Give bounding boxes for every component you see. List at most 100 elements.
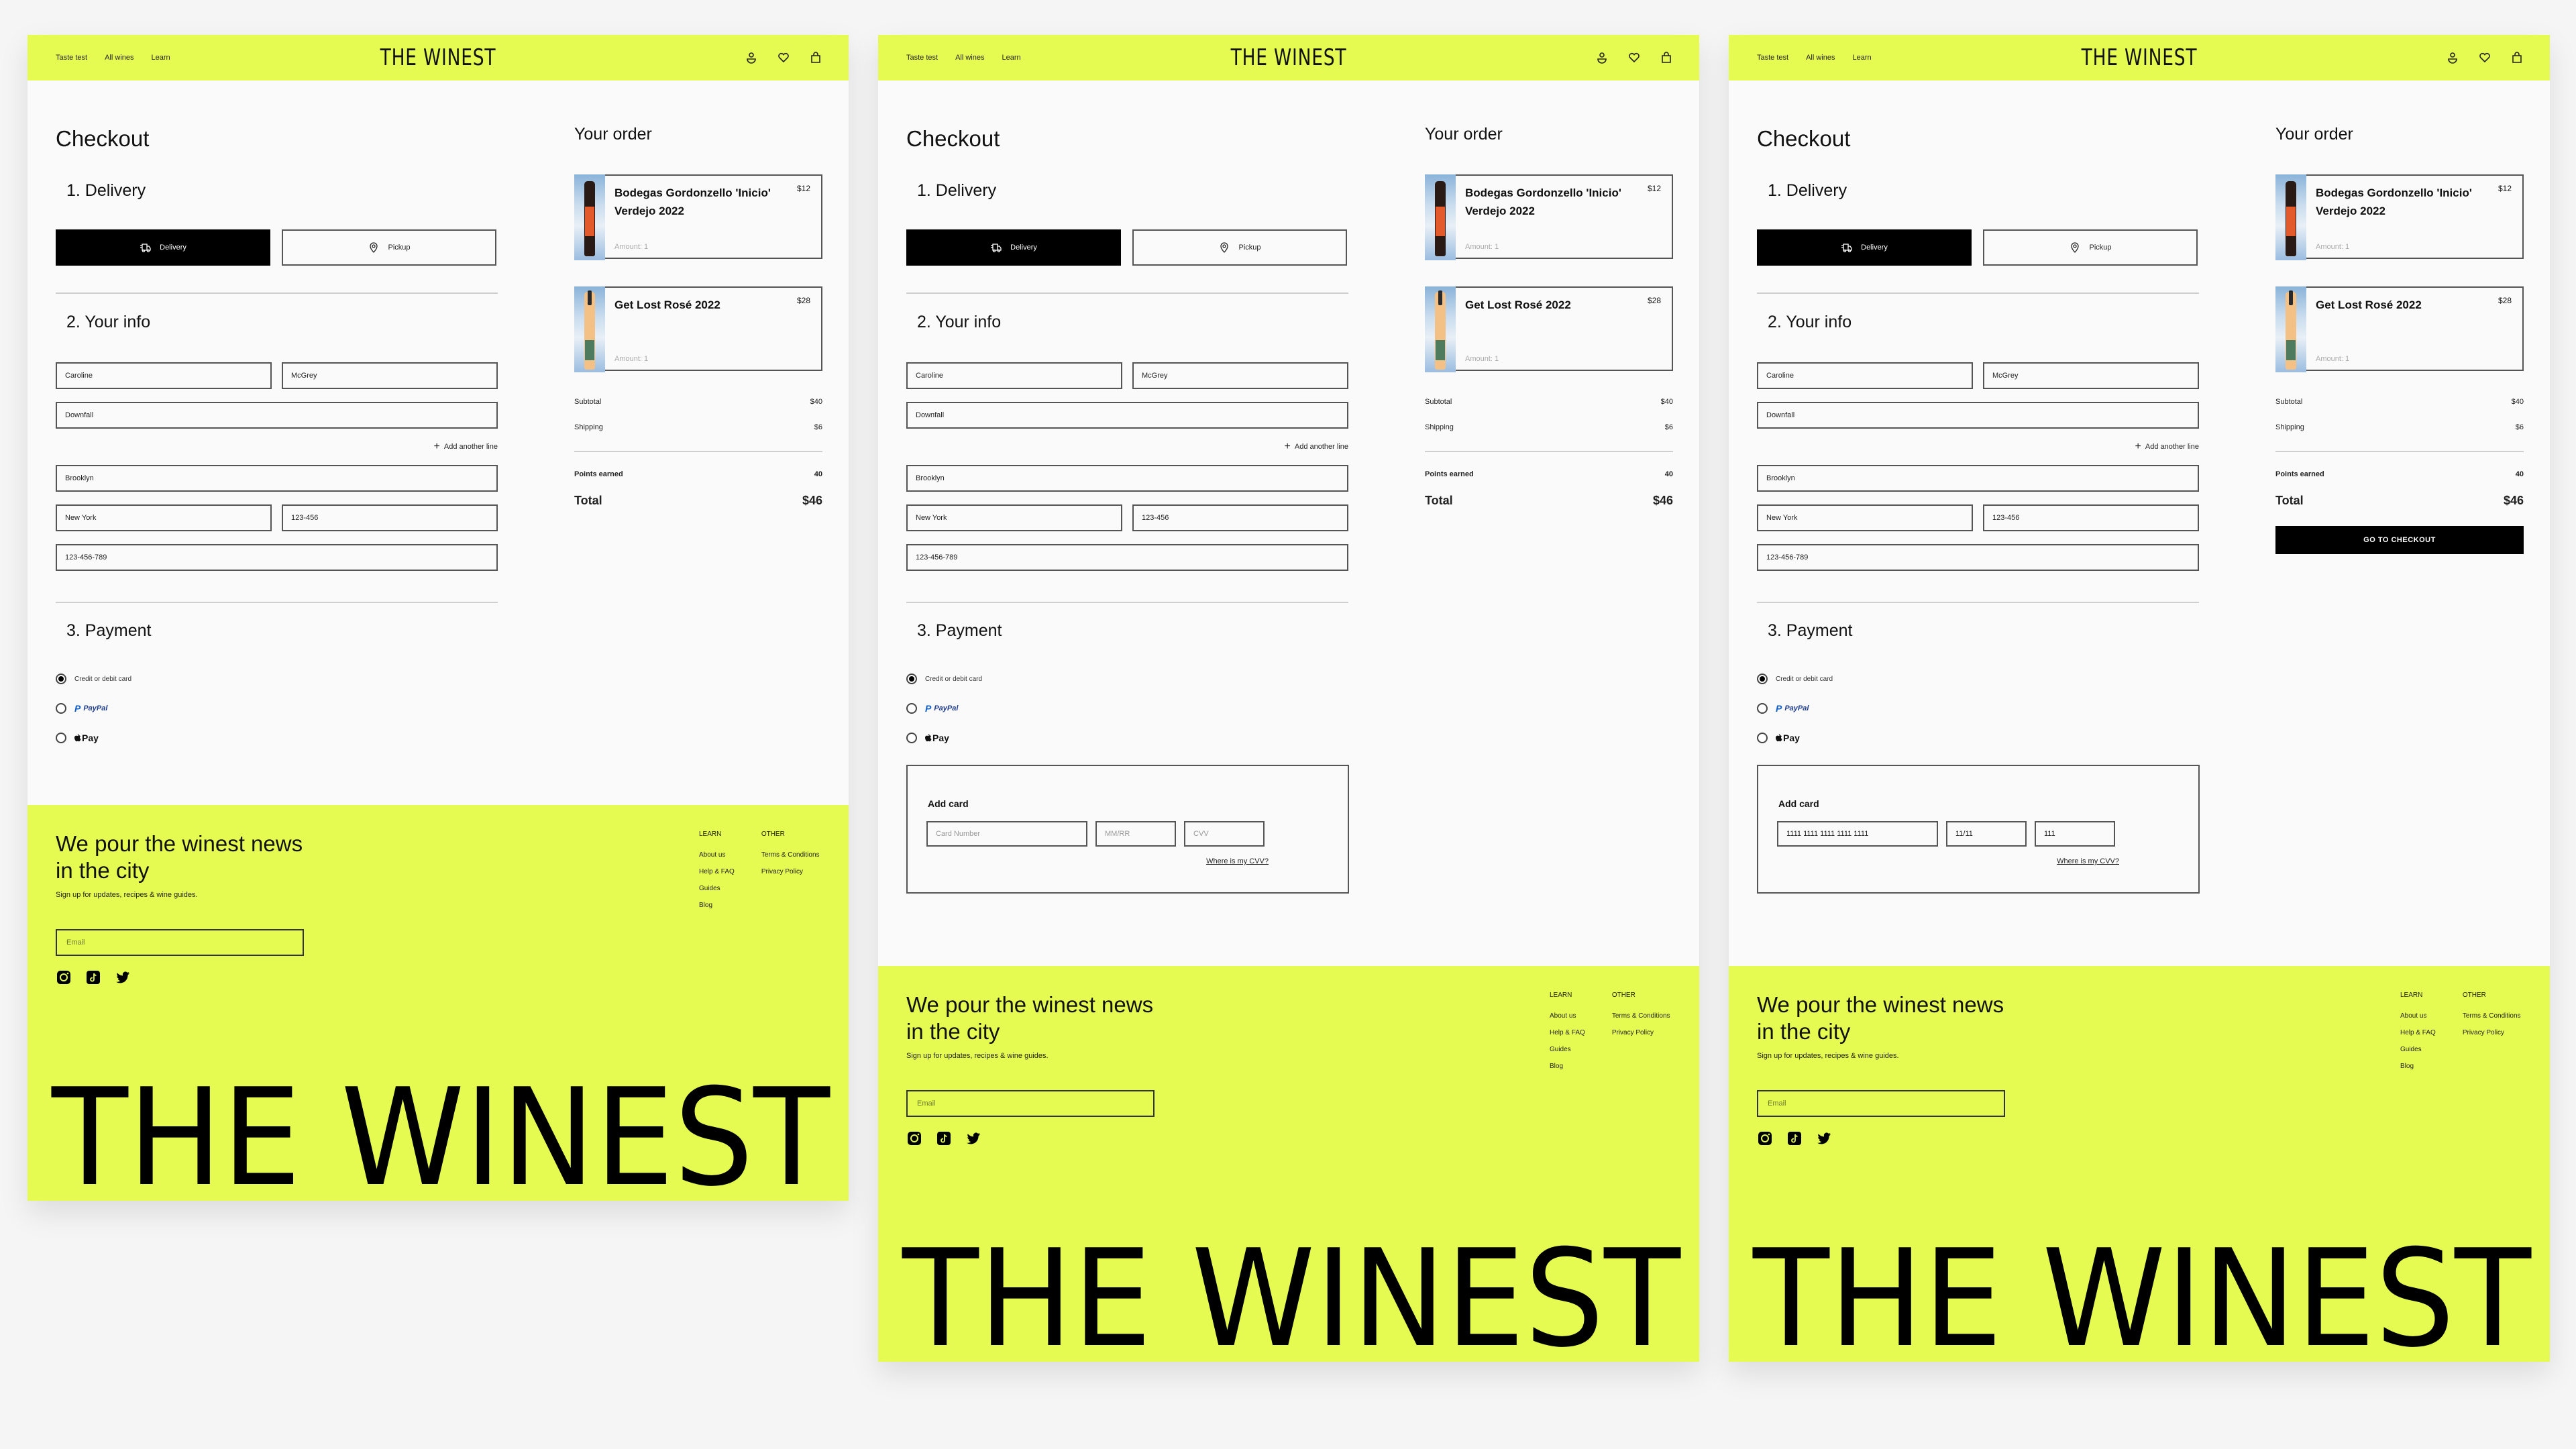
user-icon[interactable]: [745, 52, 757, 64]
footer-link-terms[interactable]: Terms & Conditions: [2463, 1012, 2521, 1020]
expiry-field[interactable]: [1095, 821, 1176, 847]
footer-link-guides[interactable]: Guides: [2400, 1046, 2436, 1053]
user-icon[interactable]: [1596, 52, 1608, 64]
payment-option-apple-pay[interactable]: Pay: [906, 733, 949, 743]
pickup-option-button[interactable]: Pickup: [1983, 229, 2198, 266]
radio-button[interactable]: [1757, 703, 1768, 714]
zip-field[interactable]: [1132, 504, 1348, 531]
address-field[interactable]: [906, 402, 1348, 429]
state-field[interactable]: [56, 504, 272, 531]
first-name-field[interactable]: [906, 362, 1122, 389]
heart-icon[interactable]: [777, 52, 790, 64]
nav-link-taste-test[interactable]: Taste test: [906, 54, 938, 62]
radio-button[interactable]: [1757, 674, 1768, 684]
address-field[interactable]: [1757, 402, 2199, 429]
last-name-field[interactable]: [1983, 362, 2199, 389]
payment-option-card[interactable]: Credit or debit card: [906, 674, 982, 684]
radio-button[interactable]: [56, 733, 66, 743]
logo[interactable]: THE WINEST: [364, 44, 513, 71]
footer-link-blog[interactable]: Blog: [2400, 1063, 2436, 1070]
footer-link-privacy[interactable]: Privacy Policy: [2463, 1029, 2521, 1036]
delivery-option-button[interactable]: Delivery: [906, 229, 1121, 266]
delivery-option-button[interactable]: Delivery: [1757, 229, 1972, 266]
twitter-icon[interactable]: [115, 969, 131, 985]
payment-option-paypal[interactable]: P PayPal: [1757, 703, 1809, 714]
city-field[interactable]: [1757, 465, 2199, 492]
tiktok-icon[interactable]: [85, 969, 101, 985]
phone-field[interactable]: [56, 544, 498, 571]
last-name-field[interactable]: [282, 362, 498, 389]
payment-option-paypal[interactable]: P PayPal: [906, 703, 958, 714]
go-to-checkout-button[interactable]: GO TO CHECKOUT: [2275, 526, 2524, 554]
footer-link-about[interactable]: About us: [699, 851, 735, 859]
tiktok-icon[interactable]: [936, 1130, 952, 1146]
city-field[interactable]: [906, 465, 1348, 492]
card-number-field[interactable]: [926, 821, 1087, 847]
footer-link-blog[interactable]: Blog: [699, 902, 735, 909]
first-name-field[interactable]: [56, 362, 272, 389]
radio-button[interactable]: [56, 703, 66, 714]
nav-link-taste-test[interactable]: Taste test: [1757, 54, 1788, 62]
add-another-line-button[interactable]: + Add another line: [2135, 441, 2199, 453]
nav-link-all-wines[interactable]: All wines: [105, 54, 133, 62]
cvv-help-link[interactable]: Where is my CVV?: [2057, 857, 2119, 865]
address-field[interactable]: [56, 402, 498, 429]
payment-option-apple-pay[interactable]: Pay: [56, 733, 99, 743]
zip-field[interactable]: [1983, 504, 2199, 531]
instagram-icon[interactable]: [906, 1130, 922, 1146]
bag-icon[interactable]: [2511, 52, 2523, 64]
nav-link-learn[interactable]: Learn: [151, 54, 170, 62]
newsletter-email-input[interactable]: [56, 929, 304, 956]
pickup-option-button[interactable]: Pickup: [282, 229, 496, 266]
pickup-option-button[interactable]: Pickup: [1132, 229, 1347, 266]
newsletter-email-input[interactable]: [1757, 1090, 2005, 1117]
user-icon[interactable]: [2447, 52, 2459, 64]
payment-option-card[interactable]: Credit or debit card: [1757, 674, 1833, 684]
radio-button[interactable]: [906, 674, 917, 684]
add-another-line-button[interactable]: + Add another line: [1285, 441, 1348, 453]
tiktok-icon[interactable]: [1786, 1130, 1803, 1146]
nav-link-learn[interactable]: Learn: [1852, 54, 1871, 62]
card-number-field[interactable]: [1777, 821, 1938, 847]
radio-button[interactable]: [906, 703, 917, 714]
phone-field[interactable]: [1757, 544, 2199, 571]
newsletter-email-input[interactable]: [906, 1090, 1155, 1117]
phone-field[interactable]: [906, 544, 1348, 571]
cvv-help-link[interactable]: Where is my CVV?: [1206, 857, 1269, 865]
bag-icon[interactable]: [810, 52, 822, 64]
logo[interactable]: THE WINEST: [2065, 44, 2214, 71]
twitter-icon[interactable]: [965, 1130, 981, 1146]
nav-link-taste-test[interactable]: Taste test: [56, 54, 87, 62]
first-name-field[interactable]: [1757, 362, 1973, 389]
footer-link-about[interactable]: About us: [1550, 1012, 1585, 1020]
payment-option-card[interactable]: Credit or debit card: [56, 674, 131, 684]
instagram-icon[interactable]: [1757, 1130, 1773, 1146]
state-field[interactable]: [1757, 504, 1973, 531]
radio-button[interactable]: [1757, 733, 1768, 743]
twitter-icon[interactable]: [1816, 1130, 1832, 1146]
footer-link-blog[interactable]: Blog: [1550, 1063, 1585, 1070]
nav-link-all-wines[interactable]: All wines: [955, 54, 984, 62]
radio-button[interactable]: [56, 674, 66, 684]
instagram-icon[interactable]: [56, 969, 72, 985]
footer-link-about[interactable]: About us: [2400, 1012, 2436, 1020]
footer-link-privacy[interactable]: Privacy Policy: [1612, 1029, 1670, 1036]
cvv-field[interactable]: [1184, 821, 1265, 847]
bag-icon[interactable]: [1660, 52, 1672, 64]
footer-link-terms[interactable]: Terms & Conditions: [761, 851, 820, 859]
expiry-field[interactable]: [1946, 821, 2027, 847]
payment-option-apple-pay[interactable]: Pay: [1757, 733, 1800, 743]
footer-link-privacy[interactable]: Privacy Policy: [761, 868, 820, 875]
nav-link-all-wines[interactable]: All wines: [1806, 54, 1835, 62]
payment-option-paypal[interactable]: P PayPal: [56, 703, 107, 714]
heart-icon[interactable]: [2479, 52, 2491, 64]
heart-icon[interactable]: [1628, 52, 1640, 64]
footer-link-guides[interactable]: Guides: [699, 885, 735, 892]
footer-link-help[interactable]: Help & FAQ: [2400, 1029, 2436, 1036]
last-name-field[interactable]: [1132, 362, 1348, 389]
delivery-option-button[interactable]: Delivery: [56, 229, 270, 266]
add-another-line-button[interactable]: + Add another line: [434, 441, 498, 453]
footer-link-help[interactable]: Help & FAQ: [699, 868, 735, 875]
nav-link-learn[interactable]: Learn: [1002, 54, 1020, 62]
footer-link-terms[interactable]: Terms & Conditions: [1612, 1012, 1670, 1020]
